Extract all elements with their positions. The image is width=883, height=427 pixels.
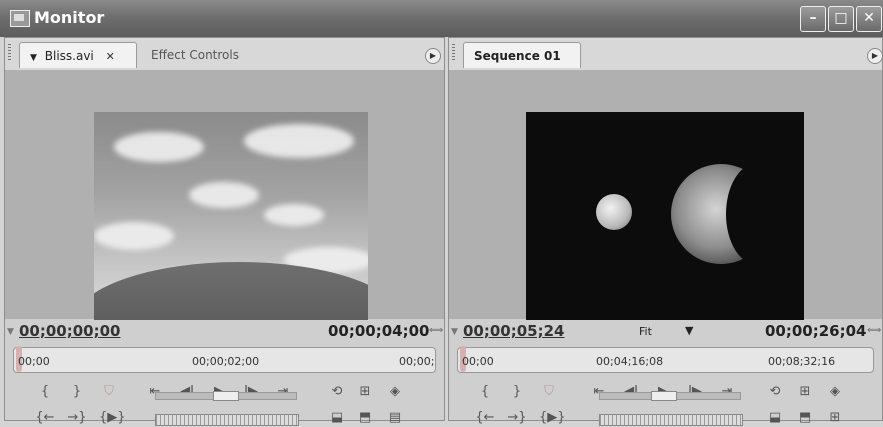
marker-icon[interactable]: ⛉ xyxy=(99,383,119,401)
program-frame-image xyxy=(526,112,804,320)
panel-menu-icon[interactable]: ▶ xyxy=(867,48,883,64)
earth-image xyxy=(671,164,786,264)
loop-icon[interactable]: ⟲ xyxy=(327,383,347,401)
panel-grip[interactable] xyxy=(452,44,455,62)
program-current-timecode[interactable]: 00;00;05;24 xyxy=(463,322,565,340)
moon-image xyxy=(596,194,632,230)
tab-close-icon[interactable]: ✕ xyxy=(106,44,115,70)
ruler-label: 00;00; xyxy=(399,355,435,368)
source-monitor-panel: ▼ Bliss.avi ✕ Effect Controls ▶ ▼ 00;00;… xyxy=(4,37,445,426)
goto-out-point-button[interactable]: →} xyxy=(67,409,87,427)
play-in-to-out-button[interactable]: {▶} xyxy=(539,409,566,427)
overlay-icon[interactable]: ⬒ xyxy=(355,409,375,427)
source-frame-image xyxy=(94,112,368,320)
monitor-app-icon xyxy=(10,10,30,27)
goto-in-point-button[interactable]: {← xyxy=(35,409,55,427)
duration-icon: ⟺ xyxy=(429,325,444,336)
output-icon[interactable]: ◈ xyxy=(385,383,405,401)
program-duration-timecode: 00;00;26;04 xyxy=(765,322,867,340)
shuttle-knob[interactable] xyxy=(213,391,239,401)
jog-disk[interactable] xyxy=(599,414,743,426)
ruler-label: 00;00 xyxy=(462,355,494,368)
tab-bliss-avi[interactable]: ▼ Bliss.avi ✕ xyxy=(19,42,137,68)
window-title: Monitor xyxy=(34,8,105,27)
ruler-label: 00;04;16;08 xyxy=(596,355,664,368)
tab-sequence-01[interactable]: Sequence 01 ✕ xyxy=(463,42,581,89)
insert-icon[interactable]: ⬓ xyxy=(327,409,347,427)
source-tab-row: ▼ Bliss.avi ✕ Effect Controls ▶ xyxy=(5,38,444,71)
panel-grip[interactable] xyxy=(8,44,11,62)
play-in-to-out-button[interactable]: {▶} xyxy=(99,409,126,427)
program-tab-row: Sequence 01 ✕ ▶ xyxy=(449,38,883,89)
window-title-bar: Monitor – □ ✕ xyxy=(0,0,883,37)
tab-label: Sequence 01 xyxy=(474,49,561,63)
shuttle-knob[interactable] xyxy=(651,391,677,401)
set-in-point-button[interactable]: { xyxy=(475,383,495,401)
minimize-button[interactable]: – xyxy=(800,6,826,32)
program-time-ruler[interactable]: 00;00 00;04;16;08 00;08;32;16 xyxy=(457,346,874,373)
tab-label: Effect Controls xyxy=(151,48,239,62)
marker-icon[interactable]: ⛉ xyxy=(539,383,559,401)
set-in-point-button[interactable]: { xyxy=(35,383,55,401)
loop-icon[interactable]: ⟲ xyxy=(765,383,785,401)
source-current-timecode[interactable]: 00;00;00;00 xyxy=(19,322,121,340)
program-monitor-panel: Sequence 01 ✕ ▶ ▼ 00;00;05;24 Fit ▼ 00;0… xyxy=(448,37,883,426)
set-out-point-button[interactable]: } xyxy=(507,383,527,401)
zoom-select[interactable]: Fit xyxy=(639,325,652,338)
jog-disk[interactable] xyxy=(155,414,299,426)
goto-in-point-button[interactable]: {← xyxy=(475,409,495,427)
ruler-label: 00;08;32;16 xyxy=(768,355,836,368)
duration-icon: ⟺ xyxy=(867,325,882,336)
lift-icon[interactable]: ⬓ xyxy=(765,409,785,427)
safe-margins-icon[interactable]: ⊞ xyxy=(355,383,375,401)
timecode-triangle-icon[interactable]: ▼ xyxy=(451,327,458,337)
maximize-button[interactable]: □ xyxy=(828,6,854,32)
dropdown-triangle-icon[interactable]: ▼ xyxy=(30,53,37,63)
source-timecode-row: ▼ 00;00;00;00 00;00;04;00 ⟺ xyxy=(5,319,444,343)
source-duration-timecode: 00;00;04;00 xyxy=(328,322,430,340)
close-window-button[interactable]: ✕ xyxy=(856,6,882,32)
extract-icon[interactable]: ⬒ xyxy=(795,409,815,427)
trim-icon[interactable]: ⊞ xyxy=(825,409,845,427)
source-video-viewer[interactable] xyxy=(5,70,444,320)
ruler-label: 00;00 xyxy=(18,355,50,368)
output-icon[interactable]: ◈ xyxy=(825,383,845,401)
program-video-viewer[interactable] xyxy=(449,70,882,320)
tab-label: Bliss.avi xyxy=(44,49,94,63)
timecode-triangle-icon[interactable]: ▼ xyxy=(7,327,14,337)
chevron-down-icon[interactable]: ▼ xyxy=(685,324,693,337)
program-timecode-row: ▼ 00;00;05;24 Fit ▼ 00;00;26;04 ⟺ xyxy=(449,319,882,343)
goto-out-point-button[interactable]: →} xyxy=(507,409,527,427)
tab-effect-controls[interactable]: Effect Controls xyxy=(141,42,271,68)
panel-menu-icon[interactable]: ▶ xyxy=(425,48,441,64)
set-out-point-button[interactable]: } xyxy=(67,383,87,401)
ruler-label: 00;00;02;00 xyxy=(192,355,260,368)
export-frame-icon[interactable]: ▤ xyxy=(385,409,405,427)
source-time-ruler[interactable]: 00;00 00;00;02;00 00;00; xyxy=(13,346,436,373)
safe-margins-icon[interactable]: ⊞ xyxy=(795,383,815,401)
